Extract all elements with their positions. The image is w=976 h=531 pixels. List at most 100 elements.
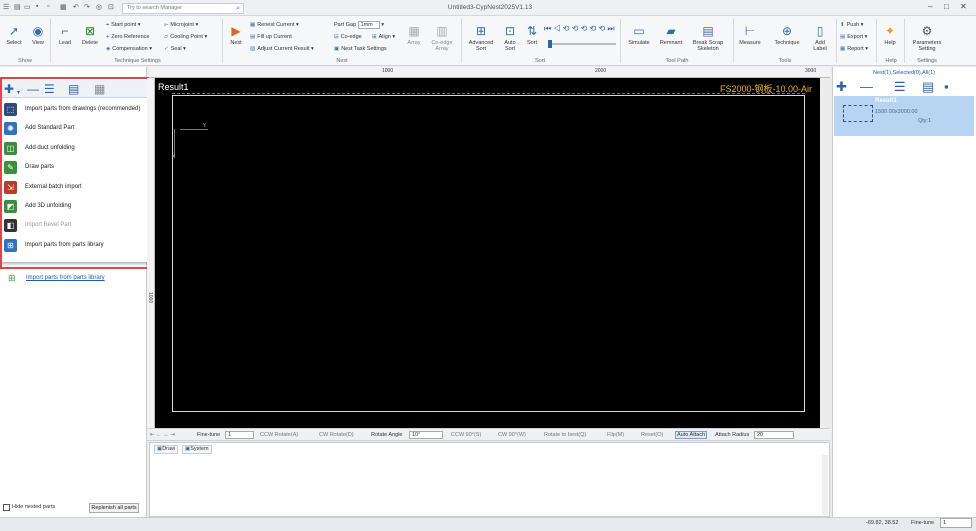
add-result-icon[interactable]: ✚	[836, 79, 847, 95]
export-doc-icon: ▤	[840, 34, 846, 40]
help-label: Help	[884, 40, 896, 46]
save-icon[interactable]: ▪	[36, 3, 38, 10]
fill-up-current-button[interactable]: ▤ Fill up Current	[250, 34, 292, 40]
flip-button[interactable]: Flip(M)	[607, 432, 624, 438]
search-input[interactable]: Try to search Manager ⌕	[122, 3, 244, 14]
measure-button[interactable]: ⊢ Measure	[736, 24, 764, 46]
co-edge-toggle[interactable]: ⊟ Co-edge	[334, 34, 362, 40]
cooling-point-button[interactable]: ▱ Cooling Point ▾	[164, 34, 207, 40]
sort-button[interactable]: ⇅ Sort	[523, 24, 541, 46]
sort-slider-track[interactable]	[548, 43, 616, 45]
rotate-angle-input[interactable]: 10°	[409, 431, 444, 439]
globe-icon[interactable]: ◎	[96, 3, 102, 11]
simulate-label: Simulate	[628, 40, 650, 46]
save-result-icon[interactable]: ▪	[944, 79, 949, 94]
remove-result-icon[interactable]: —	[860, 79, 873, 94]
maximize-button[interactable]: □	[944, 2, 949, 11]
redo-icon[interactable]: ↷	[84, 3, 90, 11]
part-gap-value[interactable]: 1mm	[357, 21, 380, 29]
layout-icon[interactable]: ▤	[922, 79, 934, 95]
sort-icon: ⇅	[526, 24, 538, 38]
reset-button[interactable]: Reset(O)	[641, 432, 663, 438]
start-point-label: Start point	[111, 22, 137, 28]
tab-system[interactable]: ▣System	[182, 445, 212, 454]
search-icon[interactable]: ⌕	[236, 4, 240, 13]
ruler-left: 1000	[147, 78, 155, 428]
zero-reference-button[interactable]: + Zero Reference	[106, 34, 149, 40]
lead-button[interactable]: ⌐ Lead	[55, 24, 75, 46]
close-button[interactable]: ✕	[960, 2, 967, 11]
add-label-button[interactable]: ▯ Add Label	[808, 24, 832, 52]
undo-icon[interactable]: ↶	[73, 3, 79, 11]
push-label: Push	[846, 22, 860, 28]
push-button[interactable]: ⬆ Push ▾	[840, 22, 863, 28]
nest-task-settings-button[interactable]: ▣ Nest Task Settings	[334, 46, 387, 52]
adjust-current-result-button[interactable]: ▧ Adjust Current Result ▾	[250, 46, 314, 52]
compensation-button[interactable]: ◈ Compensation ▾	[106, 46, 152, 52]
align-button[interactable]: ⊞ Align ▾	[372, 34, 395, 40]
status-fine-tune-input[interactable]: 1	[940, 518, 972, 528]
simulate-button[interactable]: ▭ Simulate	[624, 24, 654, 46]
nav-arrows-icon[interactable]: ⇤ ← → ⇥	[150, 432, 175, 438]
sheet-plate[interactable]	[172, 95, 805, 412]
log-scrollbar[interactable]	[822, 455, 828, 515]
minimize-button[interactable]: –	[928, 2, 932, 11]
attach-radius-input[interactable]: 20	[754, 431, 795, 439]
auto-sort-button[interactable]: ⊡ Auto Sort	[499, 24, 521, 52]
report-button[interactable]: ▦ Report ▾	[840, 46, 868, 52]
help-button[interactable]: ✦ Help	[880, 24, 900, 46]
group-label-technique: Technique Settings	[114, 58, 161, 64]
nest-button[interactable]: ▶ Nest	[226, 24, 246, 46]
export-button[interactable]: ▤ Export ▾	[840, 34, 867, 40]
seal-button[interactable]: ✓ Seal ▾	[164, 46, 186, 52]
replenish-all-parts-button[interactable]: Replenish all parts	[89, 503, 139, 513]
start-point-button[interactable]: ⌖ Start point ▾	[106, 22, 140, 29]
save-as-icon[interactable]: ▫	[47, 3, 49, 10]
tab-draw[interactable]: ▣Draw	[154, 445, 179, 454]
array-button[interactable]: ▦ Array	[402, 24, 426, 46]
remnant-button[interactable]: ▰ Remnant	[656, 24, 686, 46]
parameters-setting-label: Parameters Setting	[912, 40, 942, 52]
parameters-setting-button[interactable]: ⚙ Parameters Setting	[908, 24, 946, 52]
report-label: Report	[847, 46, 864, 52]
select-button[interactable]: ➚ Select	[4, 24, 24, 46]
group-label-toolpath: Tool Path	[665, 58, 689, 64]
delete-button[interactable]: ⊠ Delete	[79, 24, 101, 46]
ccw-rotate-button[interactable]: CCW Rotate(A)	[260, 432, 298, 438]
open-file-icon[interactable]: ▭	[24, 3, 31, 11]
fill-up-label: Fill up Current	[257, 34, 292, 40]
break-scrap-skeleton-button[interactable]: ▤ Break Scrap Skeleton	[688, 24, 728, 52]
technique-button[interactable]: ⊕ Technique	[770, 24, 804, 46]
cursor-icon: ➚	[8, 24, 20, 38]
export-icon[interactable]: ▦	[60, 3, 67, 11]
renest-current-button[interactable]: ▦ Renest Current ▾	[250, 22, 299, 28]
sort-step-controls[interactable]: ⏮ ◁ ⟲ ⟲ ⟲ ⟲ ⟲ ⏭	[544, 24, 615, 34]
rotate-to-best-button[interactable]: Rotate to best(Q)	[544, 432, 586, 438]
adjust-label: Adjust Current Result	[257, 46, 310, 52]
co-edge-array-button[interactable]: ▥ Co-edge Array	[428, 24, 456, 52]
part-gap-field[interactable]: Part Gap 1mm ▾	[334, 21, 384, 29]
auto-sort-icon: ⊡	[504, 24, 516, 38]
microjoint-label: Microjoint	[170, 22, 194, 28]
sort-slider-thumb[interactable]	[548, 40, 552, 48]
import-parts-library-link[interactable]: Import parts from parts library	[26, 275, 105, 281]
template-icon[interactable]: ⊡	[108, 3, 114, 11]
fine-tune-input[interactable]: 1	[225, 431, 255, 439]
hide-nested-parts-checkbox[interactable]	[3, 504, 10, 511]
cw-90-button[interactable]: CW 90°(W)	[498, 432, 526, 438]
view-button[interactable]: ◉ View	[28, 24, 48, 46]
result-thumbnail	[843, 105, 873, 122]
auto-attach-toggle[interactable]: Auto Attach	[675, 431, 708, 439]
advanced-sort-button[interactable]: ⊞ Advanced Sort	[465, 24, 497, 52]
attach-radius-label: Attach Radius	[715, 432, 750, 438]
ccw-90-button[interactable]: CCW 90°(S)	[451, 432, 481, 438]
divider	[620, 19, 621, 63]
cw-rotate-button[interactable]: CW Rotate(D)	[319, 432, 354, 438]
rotate-angle-label: Rotate Angle	[371, 432, 403, 438]
app-menu-icon[interactable]: ☰	[3, 3, 9, 11]
list-view-icon[interactable]: ☰	[894, 79, 906, 95]
play-icon: ▶	[231, 24, 241, 38]
microjoint-button[interactable]: ⟜ Microjoint ▾	[164, 22, 198, 29]
skeleton-icon: ▤	[702, 24, 714, 38]
new-file-icon[interactable]: ▤	[14, 3, 21, 11]
